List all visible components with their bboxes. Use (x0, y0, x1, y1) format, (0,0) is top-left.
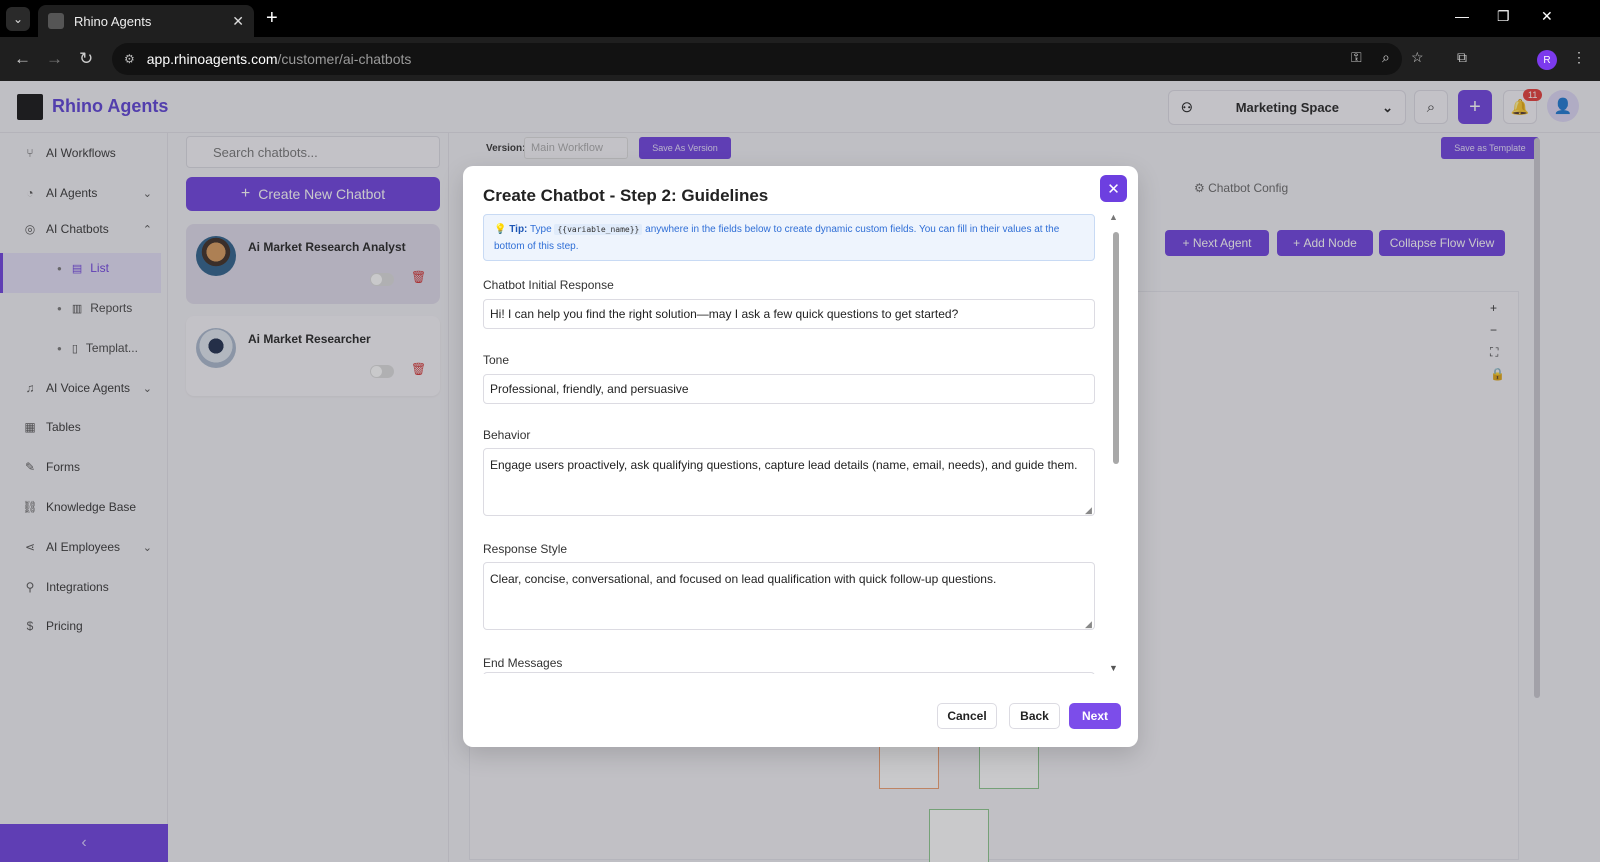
window-close-icon[interactable]: ✕ (1541, 8, 1553, 25)
url-path: /customer/ai-chatbots (277, 51, 412, 67)
url-domain: app.rhinoagents.com (146, 51, 278, 67)
create-chatbot-dialog: Create Chatbot - Step 2: Guidelines ✕ 💡 … (463, 166, 1138, 747)
scroll-up-icon[interactable]: ▲ (1109, 212, 1118, 222)
dialog-scrollbar[interactable] (1113, 232, 1119, 464)
tone-input[interactable]: Professional, friendly, and persuasive (483, 374, 1095, 404)
tip-text-pre: Type (530, 224, 552, 235)
behavior-label: Behavior (483, 428, 531, 442)
tab-close-icon[interactable]: ✕ (232, 13, 244, 30)
next-button[interactable]: Next (1069, 703, 1121, 729)
scroll-down-icon[interactable]: ▼ (1109, 663, 1118, 673)
cancel-button[interactable]: Cancel (937, 703, 997, 729)
reload-icon[interactable]: ↻ (79, 49, 93, 69)
zoom-icon[interactable]: ⌕ (1382, 49, 1390, 66)
lightbulb-icon: 💡 (494, 224, 507, 235)
tone-label: Tone (483, 353, 510, 367)
response-style-textarea[interactable]: Clear, concise, conversational, and focu… (483, 562, 1095, 630)
favicon-icon (48, 13, 64, 29)
bookmark-star-icon[interactable]: ☆ (1411, 49, 1424, 66)
close-icon[interactable]: ✕ (1100, 175, 1127, 202)
browser-tabbar: ⌄ Rhino Agents ✕ + — ❐ ✕ (0, 0, 1600, 37)
address-bar-area: ← → ↻ ⚙ app.rhinoagents.com/customer/ai-… (0, 37, 1600, 81)
site-info-icon[interactable]: ⚙ (124, 52, 135, 66)
browser-tab[interactable]: Rhino Agents ✕ (38, 5, 254, 37)
tip-banner: 💡 Tip: Type {{variable_name}} anywhere i… (483, 214, 1095, 261)
minimize-icon[interactable]: — (1455, 8, 1469, 24)
dialog-title: Create Chatbot - Step 2: Guidelines (483, 186, 769, 205)
response-style-label: Response Style (483, 542, 568, 556)
tip-label: Tip: (509, 224, 528, 235)
tab-title: Rhino Agents (74, 13, 152, 29)
back-icon[interactable]: ← (14, 49, 31, 69)
new-tab-icon[interactable]: + (266, 7, 278, 30)
extensions-icon[interactable]: ⧉ (1457, 49, 1467, 66)
resize-handle-icon[interactable]: ◢ (1085, 619, 1092, 630)
back-button[interactable]: Back (1009, 703, 1060, 729)
restore-icon[interactable]: ❐ (1497, 8, 1510, 25)
url-field[interactable]: ⚙ app.rhinoagents.com/customer/ai-chatbo… (112, 43, 1402, 75)
initial-response-label: Chatbot Initial Response (483, 278, 614, 292)
browser-menu-icon[interactable]: ⋮ (1572, 49, 1586, 66)
initial-response-input[interactable]: Hi! I can help you find the right soluti… (483, 299, 1095, 329)
password-key-icon[interactable]: ⚿ (1351, 49, 1362, 66)
behavior-textarea[interactable]: Engage users proactively, ask qualifying… (483, 448, 1095, 516)
end-messages-input[interactable] (483, 672, 1095, 674)
tip-code: {{variable_name}} (554, 224, 643, 235)
browser-profile-avatar[interactable]: R (1537, 50, 1557, 70)
forward-icon[interactable]: → (46, 49, 63, 69)
resize-handle-icon[interactable]: ◢ (1085, 505, 1092, 516)
dialog-scroll-area[interactable]: 💡 Tip: Type {{variable_name}} anywhere i… (483, 214, 1103, 674)
tab-search-icon[interactable]: ⌄ (6, 7, 30, 31)
end-messages-label: End Messages (483, 656, 563, 670)
